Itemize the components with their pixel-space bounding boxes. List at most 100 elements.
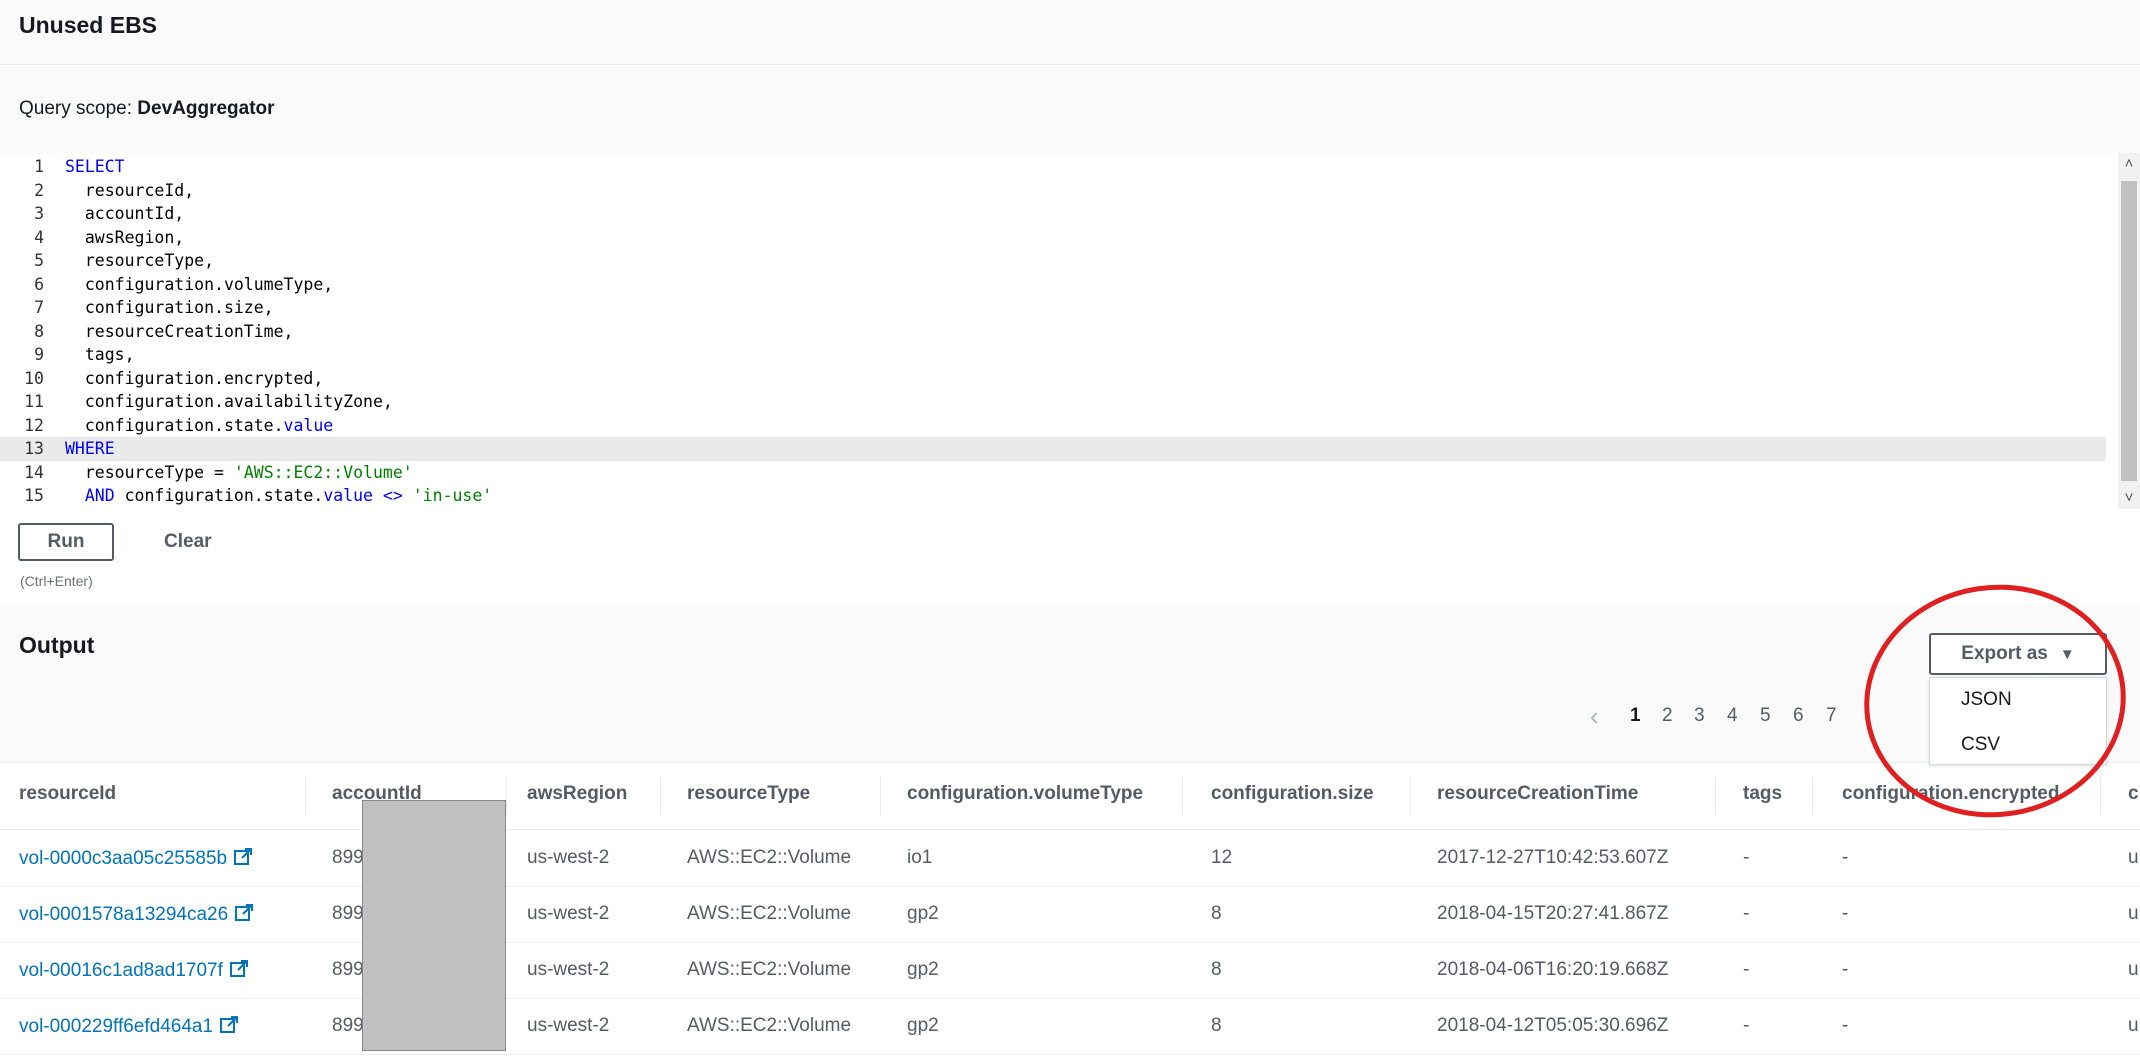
table-cell: io1 [907, 847, 933, 868]
export-option-csv[interactable]: CSV [1961, 734, 2000, 756]
table-cell: u [2128, 959, 2139, 980]
code-line[interactable]: 11 configuration.availabilityZone, [0, 390, 2106, 414]
code-line[interactable]: 7 configuration.size, [0, 296, 2106, 320]
external-link-icon[interactable] [219, 1015, 239, 1041]
external-link-icon[interactable] [229, 959, 249, 985]
code-text: resourceCreationTime, [65, 321, 294, 341]
line-number: 7 [34, 298, 44, 317]
column-header[interactable]: configuration.encrypted [1842, 783, 2059, 805]
export-menu: JSON CSV [1929, 677, 2107, 765]
table-cell: - [1842, 903, 1849, 924]
code-line[interactable]: 2 resourceId, [0, 179, 2106, 203]
code-line[interactable]: 5 resourceType, [0, 249, 2106, 273]
export-as-button[interactable]: Export as ▼ [1929, 633, 2107, 675]
code-line[interactable]: 10 configuration.encrypted, [0, 367, 2106, 391]
query-editor[interactable]: ˄ ˅ 1 SELECT 2 resourceId, 3 accountId, 4 aw… [0, 153, 2140, 509]
code-line[interactable]: 13 WHERE [0, 437, 2106, 461]
column-divider[interactable] [506, 777, 507, 815]
line-number: 12 [24, 415, 44, 435]
code-line[interactable]: 9 tags, [0, 343, 2106, 367]
column-header[interactable]: tags [1743, 783, 1782, 805]
page-number[interactable]: 4 [1727, 705, 1738, 727]
line-number: 8 [34, 321, 44, 341]
query-scope-label: Query scope: [19, 98, 132, 119]
column-divider[interactable] [1182, 777, 1183, 815]
code-line[interactable]: 12 configuration.state.value [0, 414, 2106, 438]
page-number[interactable]: 6 [1793, 705, 1804, 727]
page-number[interactable]: 7 [1826, 705, 1837, 727]
column-divider[interactable] [1812, 777, 1813, 815]
query-actions: Run Clear (Ctrl+Enter) [0, 509, 2140, 605]
query-scope: Query scope: DevAggregator [19, 98, 275, 120]
external-link-icon[interactable] [234, 903, 254, 929]
table-cell: 899 [332, 903, 364, 924]
code-line[interactable]: 8 resourceCreationTime, [0, 320, 2106, 344]
table-cell: - [1743, 903, 1750, 924]
table-cell: u [2128, 847, 2139, 868]
column-header[interactable]: c [2128, 783, 2139, 805]
page-number[interactable]: 1 [1630, 705, 1641, 727]
scroll-up-arrow-icon[interactable]: ˄ [2118, 153, 2140, 175]
code-line[interactable]: 15 AND configuration.state.value <> 'in-… [0, 484, 2106, 508]
resource-link[interactable]: vol-0001578a13294ca26 [19, 903, 254, 929]
code-text: configuration.volumeType, [65, 274, 334, 294]
table-cell: gp2 [907, 959, 939, 980]
resource-link[interactable]: vol-00016c1ad8ad1707f [19, 959, 249, 985]
scroll-down-arrow-icon[interactable]: ˅ [2118, 487, 2140, 509]
editor-scrollbar[interactable]: ˄ ˅ [2118, 153, 2140, 509]
code-text: accountId, [65, 204, 185, 223]
column-header[interactable]: configuration.size [1211, 783, 1374, 805]
column-divider[interactable] [1715, 777, 1716, 815]
query-scope-value: DevAggregator [137, 98, 275, 119]
resource-link[interactable]: vol-000229ff6efd464a1 [19, 1015, 239, 1041]
page-number[interactable]: 5 [1760, 705, 1771, 727]
table-cell: 2018-04-06T16:20:19.668Z [1437, 959, 1669, 980]
code-line[interactable]: 1 SELECT [0, 155, 2106, 179]
scrollbar-thumb[interactable] [2121, 181, 2137, 481]
column-divider[interactable] [305, 777, 306, 815]
page-title: Unused EBS [19, 12, 158, 38]
table-cell: - [1743, 847, 1750, 868]
code-line[interactable]: 6 configuration.volumeType, [0, 273, 2106, 297]
line-number: 9 [34, 345, 44, 364]
code-text: configuration.size, [65, 298, 274, 317]
table-cell: AWS::EC2::Volume [687, 903, 852, 924]
chevron-left-icon[interactable]: ‹ [1590, 703, 1599, 729]
column-header[interactable]: resourceId [19, 783, 116, 805]
table-cell: u [2128, 903, 2139, 924]
clear-button[interactable]: Clear [160, 523, 216, 561]
external-link-icon[interactable] [233, 847, 253, 873]
column-header[interactable]: resourceCreationTime [1437, 783, 1638, 805]
table-cell: - [1842, 959, 1849, 980]
export-option-json[interactable]: JSON [1961, 689, 2012, 711]
code-line[interactable]: 4 awsRegion, [0, 226, 2106, 250]
code-line[interactable]: 14 resourceType = 'AWS::EC2::Volume' [0, 461, 2106, 485]
page-number[interactable]: 3 [1694, 705, 1705, 727]
page-number[interactable]: 2 [1662, 705, 1673, 727]
caret-down-icon: ▼ [2059, 646, 2075, 663]
table-cell: AWS::EC2::Volume [687, 1015, 852, 1036]
line-number: 15 [24, 486, 44, 505]
column-divider[interactable] [1410, 777, 1411, 815]
column-divider[interactable] [2100, 777, 2101, 815]
code-text: resourceId, [65, 180, 195, 200]
resource-id: vol-000229ff6efd464a1 [19, 1016, 214, 1037]
table-cell: gp2 [907, 1015, 939, 1036]
table-cell: gp2 [907, 903, 939, 924]
table-cell: us-west-2 [527, 1015, 610, 1036]
table-cell: 8 [1211, 903, 1222, 924]
table-row: vol-0001578a13294ca26 899 us-west-2 AWS::EC… [0, 886, 2140, 943]
code-line[interactable]: 3 accountId, [0, 202, 2106, 226]
run-button[interactable]: Run [18, 523, 114, 561]
column-divider[interactable] [880, 777, 881, 815]
table-cell: - [1743, 1015, 1750, 1036]
divider [0, 64, 2140, 65]
column-divider[interactable] [660, 777, 661, 815]
resource-link[interactable]: vol-0000c3aa05c25585b [19, 847, 253, 873]
column-header[interactable]: configuration.volumeType [907, 783, 1143, 805]
table-cell: us-west-2 [527, 903, 610, 924]
column-header[interactable]: awsRegion [527, 783, 627, 805]
resource-id: vol-00016c1ad8ad1707f [19, 960, 223, 981]
table-cell: 899 [332, 959, 364, 980]
column-header[interactable]: resourceType [687, 783, 810, 805]
